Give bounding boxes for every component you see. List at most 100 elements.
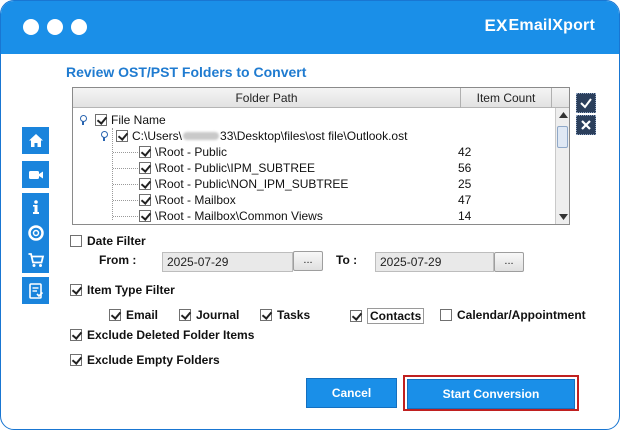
file-checkbox[interactable] bbox=[116, 130, 128, 142]
type-journal-option[interactable]: Journal bbox=[179, 308, 239, 322]
scroll-down-icon[interactable] bbox=[558, 212, 568, 222]
license-icon bbox=[28, 282, 43, 299]
tree-scrollbar[interactable] bbox=[555, 108, 569, 224]
video-icon bbox=[28, 170, 43, 179]
type-calendar-checkbox[interactable] bbox=[440, 309, 452, 321]
folder-count: 25 bbox=[458, 177, 472, 191]
scroll-up-icon[interactable] bbox=[558, 110, 568, 120]
window-dot-3[interactable] bbox=[71, 19, 87, 35]
select-all-button[interactable] bbox=[576, 93, 596, 113]
folder-name: \Root - Mailbox\Common Views bbox=[155, 209, 323, 223]
license-button[interactable] bbox=[22, 277, 49, 304]
folder-name: \Root - Mailbox bbox=[155, 193, 236, 207]
from-label: From : bbox=[99, 253, 137, 267]
to-label: To : bbox=[336, 253, 358, 267]
tree-connector bbox=[113, 216, 138, 217]
folder-checkbox[interactable] bbox=[139, 210, 151, 222]
tree-row-folder[interactable]: \Root - Mailbox bbox=[139, 192, 236, 208]
page-title: Review OST/PST Folders to Convert bbox=[66, 64, 307, 80]
tree-connector bbox=[113, 200, 138, 201]
type-contacts-option[interactable]: Contacts bbox=[350, 308, 425, 324]
video-button[interactable] bbox=[22, 161, 49, 188]
title-bar: EX EmailXport bbox=[1, 1, 619, 54]
tree-connector bbox=[113, 152, 138, 153]
start-conversion-button[interactable]: Start Conversion bbox=[407, 379, 575, 409]
exclude-deleted-checkbox[interactable] bbox=[70, 329, 82, 341]
cart-button[interactable] bbox=[22, 246, 49, 273]
cart-icon bbox=[28, 252, 44, 267]
app-logo: EX EmailXport bbox=[484, 16, 595, 36]
type-email-label: Email bbox=[126, 308, 159, 322]
type-contacts-checkbox[interactable] bbox=[350, 310, 362, 322]
item-type-filter-checkbox[interactable] bbox=[70, 284, 82, 296]
logo-mark: EX bbox=[484, 16, 508, 35]
type-calendar-option[interactable]: Calendar/Appointment bbox=[440, 308, 586, 322]
exclude-deleted-option[interactable]: Exclude Deleted Folder Items bbox=[70, 328, 254, 342]
root-label: File Name bbox=[111, 113, 166, 127]
folder-count: 42 bbox=[458, 145, 472, 159]
window-dot-2[interactable] bbox=[47, 19, 63, 35]
file-path-start: C:\Users\ bbox=[132, 129, 183, 143]
folder-checkbox[interactable] bbox=[139, 178, 151, 190]
type-contacts-label: Contacts bbox=[367, 308, 425, 324]
app-window: EX EmailXport Review OST/PST Folders to … bbox=[0, 0, 620, 430]
type-tasks-checkbox[interactable] bbox=[260, 309, 272, 321]
window-dot-1[interactable] bbox=[23, 19, 39, 35]
folder-name: \Root - Public\NON_IPM_SUBTREE bbox=[155, 177, 349, 191]
support-button[interactable] bbox=[22, 219, 49, 246]
exclude-empty-label: Exclude Empty Folders bbox=[87, 353, 220, 367]
uncheck-all-icon bbox=[581, 120, 591, 130]
to-date-picker-button[interactable]: ... bbox=[494, 252, 524, 272]
scrollbar-thumb[interactable] bbox=[557, 126, 568, 148]
support-icon bbox=[27, 224, 44, 241]
cancel-button[interactable]: Cancel bbox=[306, 378, 397, 408]
tree-row-root[interactable]: File Name bbox=[79, 112, 166, 128]
info-button[interactable] bbox=[22, 193, 49, 220]
column-header-folder-path[interactable]: Folder Path bbox=[73, 88, 460, 108]
type-journal-label: Journal bbox=[196, 308, 240, 322]
file-path-end: 33\Desktop\files\ost file\Outlook.ost bbox=[220, 129, 408, 143]
date-filter-option[interactable]: Date Filter bbox=[70, 234, 146, 248]
exclude-empty-checkbox[interactable] bbox=[70, 354, 82, 366]
folder-checkbox[interactable] bbox=[139, 194, 151, 206]
exclude-deleted-label: Exclude Deleted Folder Items bbox=[87, 328, 255, 342]
type-email-option[interactable]: Email bbox=[109, 308, 158, 322]
deselect-all-button[interactable] bbox=[576, 115, 596, 135]
folder-count: 14 bbox=[458, 209, 472, 223]
folder-checkbox[interactable] bbox=[139, 162, 151, 174]
type-calendar-label: Calendar/Appointment bbox=[457, 308, 586, 322]
type-tasks-option[interactable]: Tasks bbox=[260, 308, 310, 322]
root-checkbox[interactable] bbox=[95, 114, 107, 126]
exclude-empty-option[interactable]: Exclude Empty Folders bbox=[70, 353, 220, 367]
folder-name: \Root - Public bbox=[155, 145, 228, 159]
tree-header: Folder Path Item Count bbox=[73, 88, 569, 108]
expand-node-icon[interactable] bbox=[79, 115, 89, 125]
tree-row-folder[interactable]: \Root - Public\IPM_SUBTREE bbox=[139, 160, 315, 176]
expand-node-icon[interactable] bbox=[100, 131, 110, 141]
redacted-username bbox=[183, 132, 220, 140]
info-icon bbox=[32, 199, 39, 214]
type-journal-checkbox[interactable] bbox=[179, 309, 191, 321]
item-type-filter-option[interactable]: Item Type Filter bbox=[70, 283, 175, 297]
date-filter-checkbox[interactable] bbox=[70, 235, 82, 247]
item-type-filter-label: Item Type Filter bbox=[87, 283, 175, 297]
date-filter-label: Date Filter bbox=[87, 234, 146, 248]
folder-tree[interactable]: Folder Path Item Count File Name C:\User… bbox=[72, 87, 570, 225]
folder-count: 47 bbox=[458, 193, 472, 207]
tree-row-folder[interactable]: \Root - Mailbox\Common Views bbox=[139, 208, 323, 224]
type-tasks-label: Tasks bbox=[277, 308, 311, 322]
tree-row-file[interactable]: C:\Users\ 33\Desktop\files\ost file\Outlo… bbox=[100, 128, 407, 144]
home-button[interactable] bbox=[22, 127, 49, 154]
from-date-picker-button[interactable]: ... bbox=[293, 251, 323, 271]
column-header-item-count[interactable]: Item Count bbox=[461, 88, 551, 108]
check-all-icon bbox=[580, 98, 592, 109]
folder-name: \Root - Public\IPM_SUBTREE bbox=[155, 161, 316, 175]
tree-connector bbox=[113, 168, 138, 169]
home-icon bbox=[28, 133, 43, 147]
tree-row-folder[interactable]: \Root - Public\NON_IPM_SUBTREE bbox=[139, 176, 348, 192]
to-date-field[interactable]: 2025-07-29 bbox=[375, 252, 494, 272]
tree-row-folder[interactable]: \Root - Public bbox=[139, 144, 227, 160]
folder-checkbox[interactable] bbox=[139, 146, 151, 158]
type-email-checkbox[interactable] bbox=[109, 309, 121, 321]
from-date-field[interactable]: 2025-07-29 bbox=[162, 252, 293, 272]
